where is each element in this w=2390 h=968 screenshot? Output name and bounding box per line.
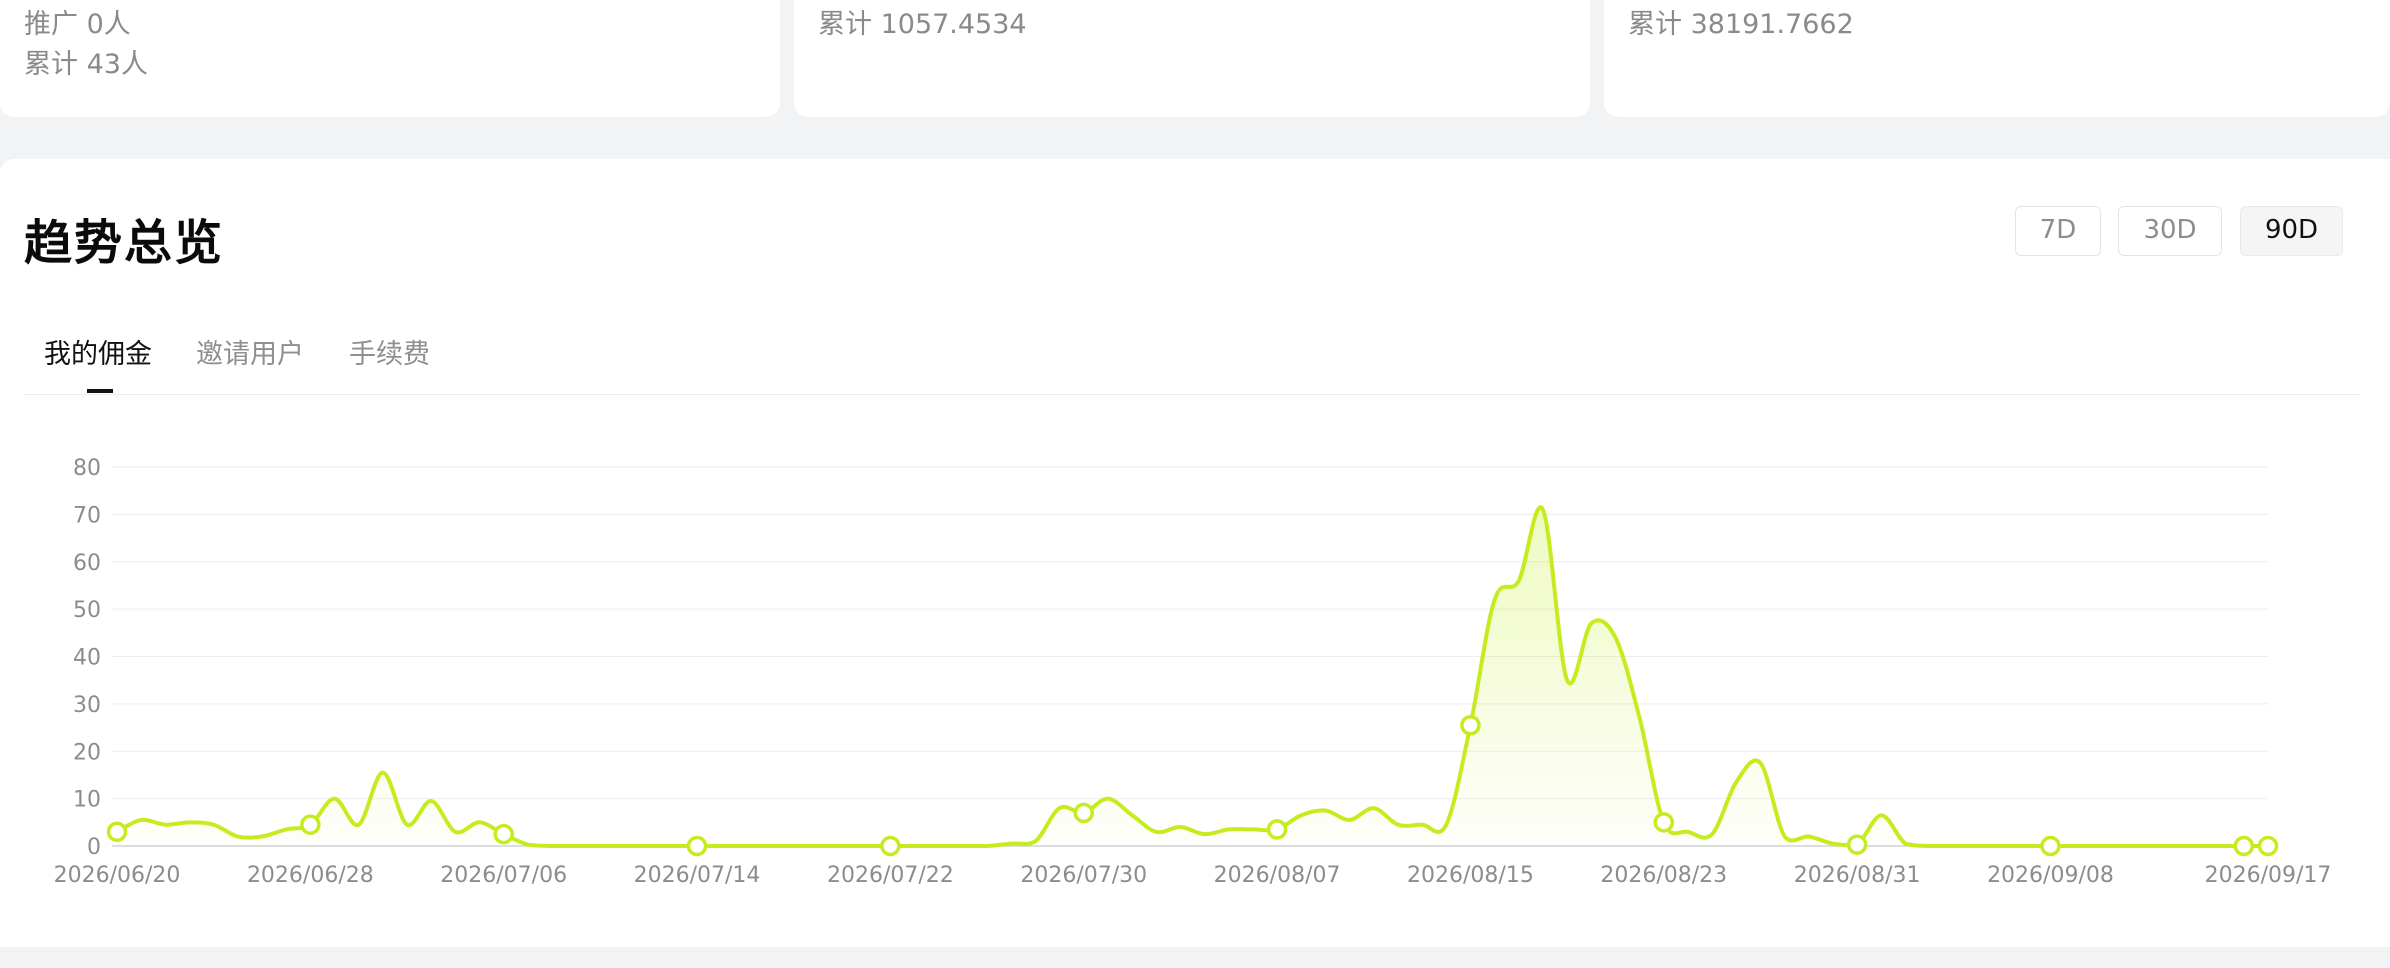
- cumulative-fees-text: 累计 38191.7662: [1628, 9, 1854, 40]
- data-point[interactable]: [1073, 802, 1094, 824]
- y-tick-label: 0: [87, 835, 101, 860]
- data-point[interactable]: [106, 821, 128, 843]
- trend-overview-panel: 趋势总览 7D 30D 90D 我的佣金 邀请用户 手续费 0 10 20 30 40 5…: [0, 159, 2390, 947]
- x-tick-label: 2026/07/30: [1020, 863, 1147, 888]
- x-tick-label: 2026/07/14: [634, 863, 761, 888]
- y-tick-label: 60: [73, 551, 101, 576]
- x-tick-label: 2026/06/28: [247, 863, 374, 888]
- x-tick-label: 2026/09/08: [1987, 863, 2114, 888]
- y-tick-label: 70: [73, 503, 101, 528]
- x-tick-label: 2026/06/20: [54, 863, 181, 888]
- y-axis-ticks: 0 10 20 30 40 50 60 70 80: [73, 456, 101, 860]
- y-tick-label: 10: [73, 788, 101, 813]
- stat-card-promotion: 推广 0人 累计 43人: [0, 0, 780, 117]
- stat-card-fees: 累计 38191.7662: [1604, 0, 2390, 117]
- data-point[interactable]: [1266, 819, 1288, 840]
- x-tick-label: 2026/08/07: [1214, 863, 1341, 888]
- y-tick-label: 80: [73, 456, 101, 481]
- stat-card-commission: 累计 1057.4534: [794, 0, 1590, 117]
- data-point[interactable]: [1653, 812, 1675, 833]
- cumulative-commission-text: 累计 1057.4534: [818, 9, 1027, 40]
- y-tick-label: 50: [73, 598, 101, 623]
- data-point[interactable]: [1460, 714, 1481, 736]
- data-point[interactable]: [2040, 835, 2061, 857]
- data-point[interactable]: [686, 835, 708, 857]
- data-point[interactable]: [880, 835, 901, 857]
- commission-area: [117, 507, 2268, 846]
- x-tick-label: 2026/07/06: [440, 863, 567, 888]
- commission-line: [115, 505, 2270, 848]
- data-point[interactable]: [300, 814, 321, 835]
- x-axis-ticks: 2026/06/20 2026/06/28 2026/07/06 2026/07/14…: [54, 863, 2332, 888]
- data-point[interactable]: [2257, 835, 2279, 857]
- x-tick-label: 2026/07/22: [827, 863, 954, 888]
- promotion-count-text: 推广 0人: [24, 9, 131, 40]
- x-tick-label: 2026/08/15: [1407, 863, 1534, 888]
- data-point[interactable]: [1846, 834, 1868, 855]
- data-point[interactable]: [493, 823, 514, 845]
- x-tick-label: 2026/08/31: [1794, 863, 1921, 888]
- cumulative-users-text: 累计 43人: [24, 49, 148, 80]
- commission-trend-chart: 01020304050607080 2026/06/20 2026/06/28 20…: [54, 456, 2332, 888]
- chart-gridlines: [112, 466, 2268, 847]
- x-tick-label: 2026/09/17: [2205, 863, 2332, 888]
- x-tick-label: 2026/08/23: [1600, 863, 1727, 888]
- y-tick-label: 30: [73, 693, 101, 718]
- data-point[interactable]: [2233, 835, 2255, 857]
- y-tick-label: 40: [73, 646, 101, 671]
- y-tick-label: 20: [73, 740, 101, 765]
